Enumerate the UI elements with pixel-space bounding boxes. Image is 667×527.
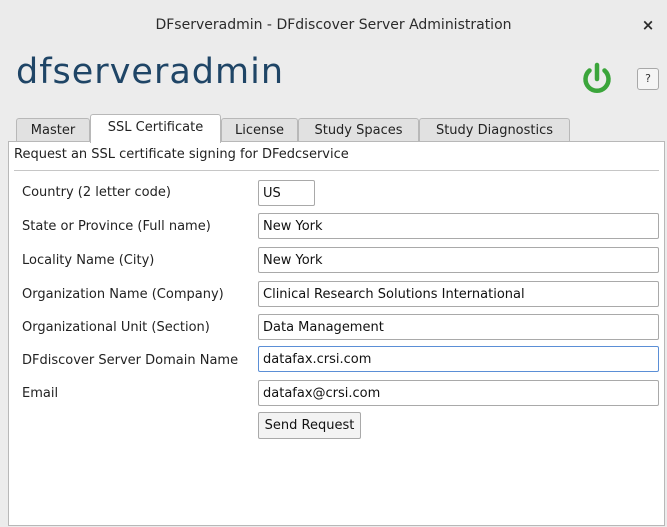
title-bar: DFserveradmin - DFdiscover Server Admini… xyxy=(0,0,667,50)
domain-name-label: DFdiscover Server Domain Name xyxy=(22,353,239,368)
organization-label: Organization Name (Company) xyxy=(22,287,224,302)
locality-label: Locality Name (City) xyxy=(22,253,155,268)
form-heading: Request an SSL certificate signing for D… xyxy=(14,147,349,162)
email-label: Email xyxy=(22,386,59,401)
close-button[interactable]: × xyxy=(639,16,657,34)
organization-field[interactable] xyxy=(258,281,659,307)
power-icon[interactable] xyxy=(578,60,616,98)
tab-ssl-certificate[interactable]: SSL Certificate xyxy=(90,114,221,143)
email-field[interactable] xyxy=(258,380,659,406)
locality-field[interactable] xyxy=(258,247,659,273)
divider xyxy=(14,170,659,171)
window-title: DFserveradmin - DFdiscover Server Admini… xyxy=(155,17,512,33)
tab-study-spaces[interactable]: Study Spaces xyxy=(298,118,419,142)
tab-license[interactable]: License xyxy=(221,118,298,142)
app-title: dfserveradmin xyxy=(16,52,284,92)
tab-master[interactable]: Master xyxy=(16,118,90,142)
help-button[interactable]: ? xyxy=(637,68,659,90)
state-label: State or Province (Full name) xyxy=(22,219,211,234)
domain-name-field[interactable] xyxy=(258,346,659,372)
send-request-button[interactable]: Send Request xyxy=(258,412,361,439)
country-field[interactable] xyxy=(258,180,315,206)
tab-study-diagnostics[interactable]: Study Diagnostics xyxy=(419,118,570,142)
organizational-unit-label: Organizational Unit (Section) xyxy=(22,320,210,335)
organizational-unit-field[interactable] xyxy=(258,314,659,340)
state-field[interactable] xyxy=(258,213,659,239)
country-label: Country (2 letter code) xyxy=(22,185,171,200)
